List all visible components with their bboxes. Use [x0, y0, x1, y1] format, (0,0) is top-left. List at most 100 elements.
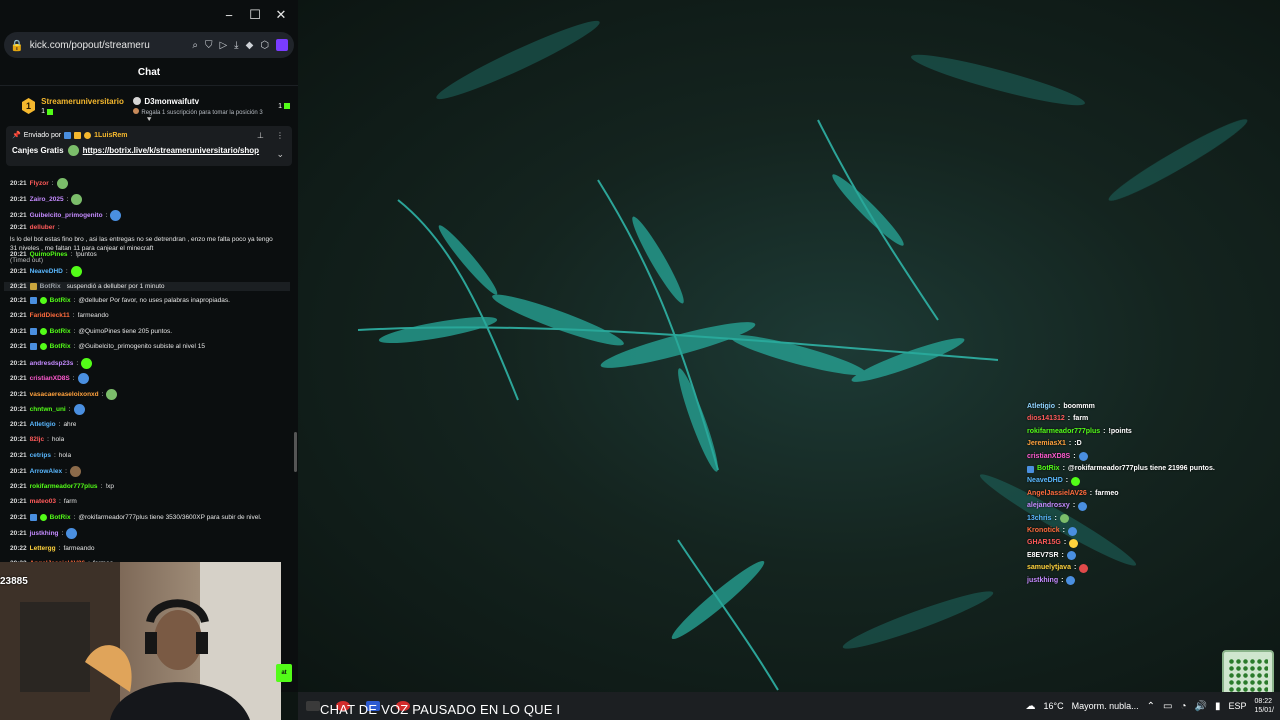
- message-separator: :: [73, 297, 76, 304]
- pinned-prefix: Canjes Gratis: [12, 146, 64, 155]
- message-username[interactable]: Atletigio: [30, 420, 56, 429]
- chat-message: 20:21 NeaveDHD:: [10, 266, 288, 277]
- message-username[interactable]: Flyzor: [30, 179, 49, 188]
- message-username[interactable]: QuimoPines: [30, 250, 68, 259]
- battery-icon[interactable]: ▮: [1215, 701, 1221, 712]
- url-field[interactable]: kick.com/popout/streameruni: [30, 40, 150, 51]
- more-options-icon[interactable]: ⋮: [276, 131, 284, 140]
- site-info-icon[interactable]: 🔒: [10, 39, 24, 52]
- emote-icon: [1068, 526, 1078, 536]
- overlay-chat-line: NeaveDHD:: [1027, 476, 1081, 486]
- message-text: !puntos: [75, 251, 97, 258]
- weather-temp[interactable]: 16°C: [1044, 701, 1064, 711]
- message-text: farmeando: [77, 312, 109, 319]
- verified-badge-icon: [39, 328, 47, 335]
- message-username[interactable]: mateo03: [30, 497, 56, 506]
- message-separator: :: [65, 468, 67, 475]
- overlay-username: AngelJassielAV26: [1027, 489, 1087, 497]
- message-username[interactable]: BotRix: [40, 282, 61, 291]
- window-titlebar: − ☐ ✕: [0, 0, 298, 30]
- emote-icon: [1079, 563, 1089, 573]
- unpin-icon[interactable]: ⊥: [257, 131, 264, 140]
- minimize-button[interactable]: −: [218, 4, 240, 26]
- download-icon[interactable]: ⤓: [234, 40, 238, 51]
- message-username[interactable]: delluber: [30, 223, 55, 232]
- message-username[interactable]: cetrips: [30, 451, 51, 460]
- weather-desc[interactable]: Mayorm. nubla...: [1072, 701, 1139, 711]
- emote-icon: [77, 373, 89, 384]
- weather-cloud-icon[interactable]: ☁: [1026, 701, 1036, 712]
- chat-message: 20:21 Atletigio: ahre: [10, 420, 288, 429]
- message-separator: :: [1054, 514, 1057, 522]
- message-username[interactable]: FaridDieck11: [30, 311, 70, 320]
- message-username[interactable]: Lettergg: [30, 544, 56, 553]
- message-username[interactable]: ArrowAlex: [30, 467, 63, 476]
- message-username[interactable]: andresdsp23s: [30, 359, 74, 368]
- chat-scrollbar[interactable]: [294, 432, 297, 472]
- bot-badge-icon: [29, 343, 37, 350]
- emote-icon: [73, 404, 85, 415]
- message-username[interactable]: BotRix: [50, 342, 71, 351]
- message-username[interactable]: BotRix: [50, 327, 71, 336]
- message-username[interactable]: 82ljc: [30, 435, 44, 444]
- message-separator: :: [61, 530, 64, 537]
- message-separator: :: [1062, 465, 1065, 472]
- message-username[interactable]: justkhing: [30, 529, 59, 538]
- message-time: 20:21: [10, 375, 27, 382]
- monitor-icon[interactable]: ▭: [1163, 701, 1172, 712]
- address-bar[interactable]: 🔒 kick.com/popout/streameruni ⌕ ⛉ ▷ ⤓ ◆ …: [4, 32, 294, 58]
- taskbar-app-icon[interactable]: [306, 701, 320, 711]
- message-username[interactable]: Guibelcito_primogenito: [30, 211, 103, 220]
- message-text: @Guibelcito_primogenito subiste al nivel…: [78, 343, 205, 350]
- message-username[interactable]: chntwn_uni: [30, 405, 66, 414]
- chevron-up-icon[interactable]: ⌃: [1147, 701, 1155, 712]
- scroll-down-icon[interactable]: ⯆: [146, 115, 152, 125]
- search-icon[interactable]: ⌕: [192, 40, 198, 51]
- language-indicator[interactable]: ESP: [1229, 701, 1247, 711]
- emote-icon: [71, 194, 83, 205]
- message-username[interactable]: BotRix: [50, 513, 71, 522]
- overlay-chat-line: justkhing:: [1027, 576, 1076, 586]
- message-time: 20:21: [10, 421, 27, 428]
- extension-cube-icon[interactable]: ⬡: [260, 40, 269, 51]
- overlay-chat-line: dios141312: farm: [1027, 414, 1088, 424]
- chat-message: 20:21 82ljc: hola: [10, 435, 288, 444]
- message-separator: :: [1103, 427, 1106, 435]
- emote-icon: [66, 528, 78, 539]
- leaderboard-first-name[interactable]: Streameruniversitario: [41, 97, 127, 106]
- message-time: 20:21: [10, 212, 27, 219]
- extension-purple-icon[interactable]: [276, 39, 288, 51]
- message-username[interactable]: BotRix: [50, 296, 71, 305]
- message-username[interactable]: Zairo_2025: [30, 195, 64, 204]
- chat-message: 20:21 Guibelcito_primogenito:: [10, 210, 288, 221]
- pinner-name[interactable]: 1LuisRem: [94, 132, 127, 139]
- chat-message: 20:21 mateo03: farm: [10, 497, 288, 506]
- message-username[interactable]: cristianXD8S: [30, 374, 70, 383]
- wifi-icon[interactable]: ◔: [1181, 701, 1187, 712]
- close-button[interactable]: ✕: [270, 4, 292, 26]
- clock-time: 08:22: [1254, 698, 1273, 705]
- message-username[interactable]: NeaveDHD: [30, 267, 63, 276]
- emote-icon: [1078, 452, 1088, 462]
- clock[interactable]: 08:22 15/01/: [1255, 697, 1274, 715]
- message-time: 20:21: [10, 436, 27, 443]
- volume-icon[interactable]: 🔊: [1195, 701, 1207, 712]
- message-separator: :: [1073, 452, 1076, 460]
- message-separator: :: [1061, 551, 1064, 559]
- message-time: 20:21: [10, 343, 27, 350]
- extension-diamond-icon[interactable]: ◆: [246, 40, 254, 51]
- message-separator: :: [105, 212, 108, 219]
- message-username[interactable]: vasacaereaseloixonxd: [30, 390, 99, 399]
- pinned-link[interactable]: https://botrix.live/k/streameruniversita…: [83, 146, 260, 155]
- message-text: !xp: [105, 483, 115, 490]
- emote-icon: [1066, 551, 1076, 561]
- chevron-down-icon[interactable]: ⌄: [276, 149, 284, 160]
- send-icon[interactable]: ▷: [219, 40, 227, 51]
- maximize-button[interactable]: ☐: [244, 4, 266, 26]
- message-time: 20:22: [10, 545, 27, 552]
- leaderboard-second-name[interactable]: D3monwaifutv: [144, 97, 199, 106]
- shield-icon[interactable]: ⛉: [205, 40, 213, 51]
- chat-message: 20:21 cristianXD8S:: [10, 373, 288, 384]
- moderation-notice: 20:21 BotRix suspendió a delluber por 1 mi…: [4, 282, 290, 291]
- message-username[interactable]: rokifarmeador777plus: [30, 482, 98, 491]
